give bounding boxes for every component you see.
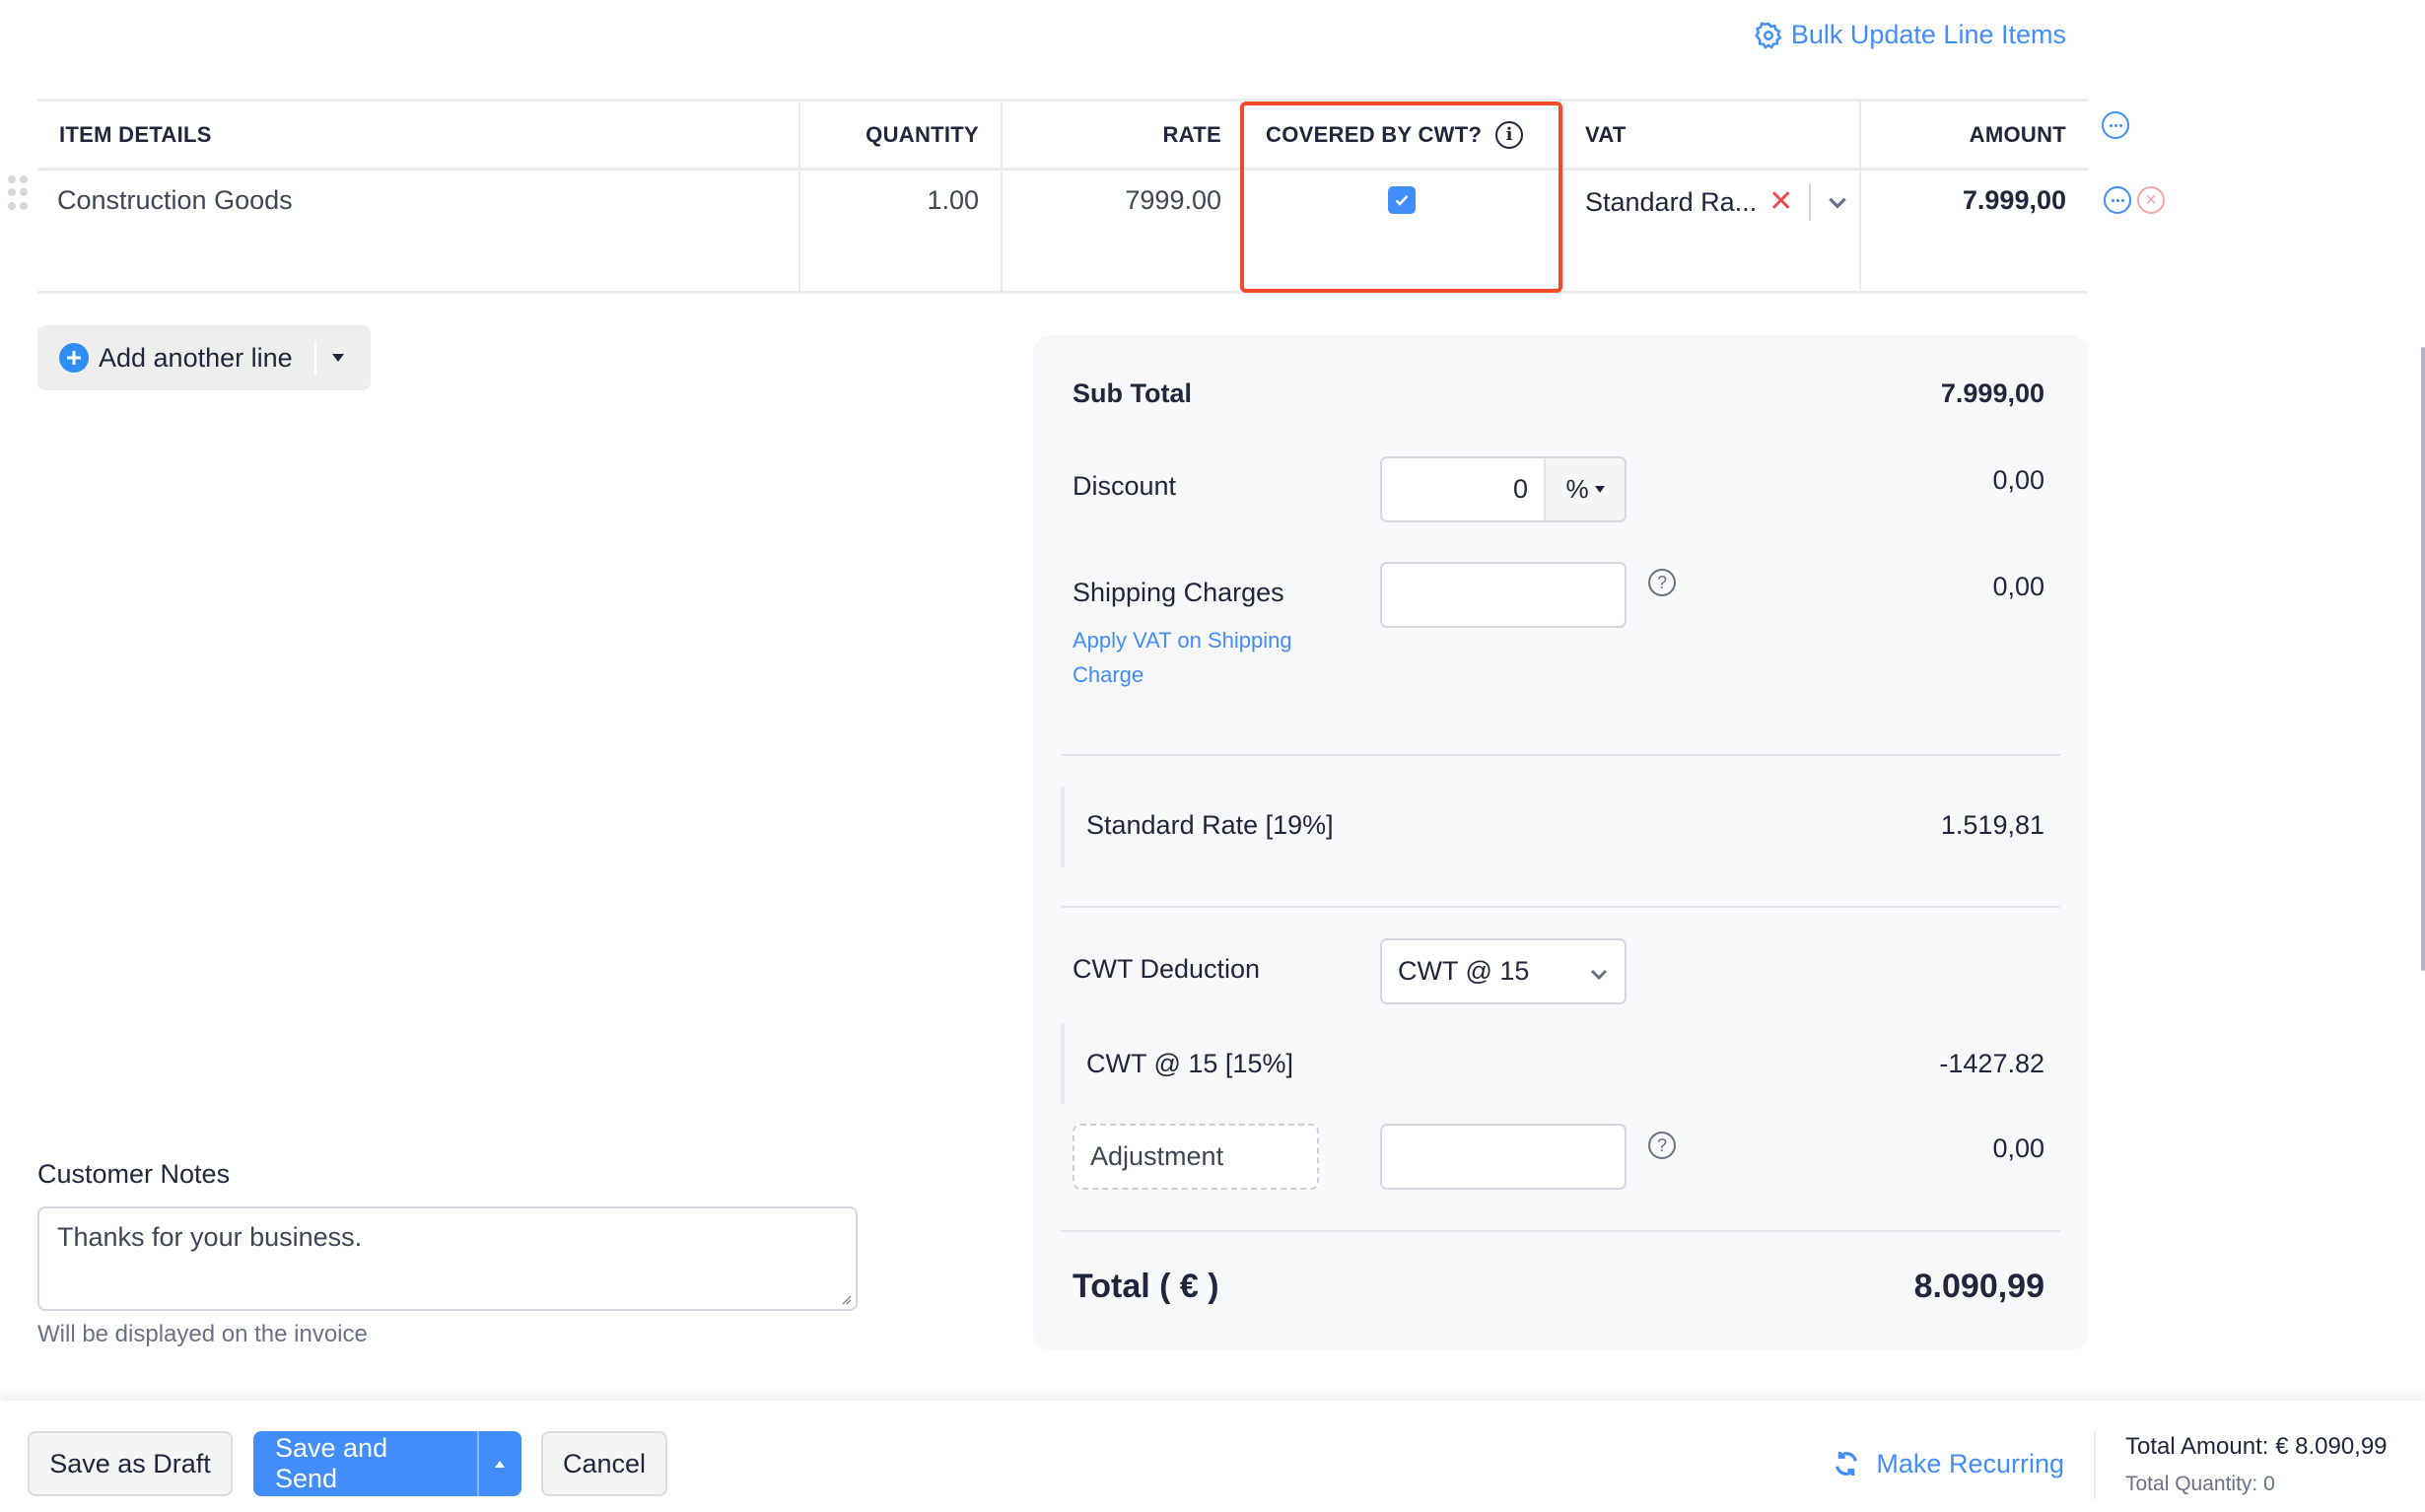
gear-icon [1755, 21, 1782, 49]
bulk-update-label: Bulk Update Line Items [1790, 20, 2066, 49]
column-header-rate: RATE [1162, 121, 1221, 147]
item-details-cell[interactable]: Construction Goods [57, 171, 787, 230]
quantity-cell[interactable]: 1.00 [798, 171, 979, 230]
adjustment-value: 0,00 [1992, 1134, 2044, 1163]
adjustment-input[interactable] [1380, 1124, 1627, 1190]
total-quantity-text: Total Quantity: 0 [2125, 1473, 2275, 1495]
rate-cell[interactable]: 7999.00 [1001, 171, 1221, 230]
divider [1061, 906, 2060, 908]
column-options-icon[interactable] [2102, 111, 2129, 139]
amount-cell: 7.999,00 [1962, 184, 2066, 215]
cwt-deduction-label: CWT Deduction [1073, 954, 1261, 984]
divider [1061, 754, 2060, 756]
column-header-amount: AMOUNT [1969, 121, 2066, 147]
sub-total-value: 7.999,00 [1940, 378, 2044, 408]
shipping-charges-input[interactable] [1380, 562, 1627, 628]
covered-by-cwt-cell [1240, 171, 1562, 230]
discount-value: 0,00 [1992, 465, 2044, 495]
clear-vat-icon[interactable]: ✕ [1768, 187, 1793, 217]
shipping-charges-label: Shipping Charges [1073, 578, 1284, 607]
column-header-covered-by-cwt: COVERED BY CWT? i [1266, 102, 1524, 168]
column-header-item-details: ITEM DETAILS [59, 121, 212, 147]
total-label: Total ( € ) [1073, 1268, 1219, 1305]
covered-by-cwt-label: COVERED BY CWT? [1266, 121, 1483, 147]
save-and-send-label[interactable]: Save and Send [253, 1431, 477, 1496]
customer-notes-value: Thanks for your business. [57, 1222, 363, 1252]
covered-by-cwt-checkbox[interactable] [1387, 186, 1416, 214]
caret-down-icon [1594, 486, 1605, 493]
plus-circle-icon [59, 343, 89, 373]
discount-label: Discount [1073, 471, 1177, 501]
customer-notes-textarea[interactable]: Thanks for your business. [37, 1206, 858, 1311]
divider [1061, 1230, 2060, 1232]
column-divider [1562, 102, 1564, 291]
discount-unit-select[interactable]: % [1544, 458, 1625, 520]
tax-label: Standard Rate [19%] [1086, 810, 1334, 840]
remove-row-icon[interactable]: × [2137, 186, 2165, 214]
apply-vat-link-line-2: Charge [1073, 662, 1144, 687]
make-recurring-link[interactable]: Make Recurring [1831, 1448, 2064, 1479]
cwt-row-accent [1061, 1023, 1065, 1104]
chevron-down-icon[interactable] [1825, 189, 1850, 215]
column-header-vat: VAT [1585, 121, 1627, 147]
shipping-charges-value: 0,00 [1992, 572, 2044, 601]
refresh-icon [1836, 1452, 1858, 1476]
caret-up-icon[interactable] [479, 1460, 522, 1468]
add-another-line-button[interactable]: Add another line [37, 325, 371, 390]
total-amount-text: Total Amount: € 8.090,99 [2125, 1433, 2388, 1460]
checkmark-icon [1395, 195, 1408, 206]
add-another-line-label: Add another line [99, 342, 293, 373]
vat-selected-value: Standard Ra... [1585, 186, 1758, 217]
discount-input[interactable]: 0 [1382, 458, 1544, 520]
totals-panel: Sub Total 7.999,00 Discount 0 % 0,00 Shi… [1033, 335, 2088, 1350]
save-and-send-button[interactable]: Save and Send [253, 1431, 521, 1496]
help-icon[interactable]: ? [1648, 1132, 1676, 1159]
cwt-row-value: -1427.82 [1939, 1049, 2044, 1078]
cwt-selected-value: CWT @ 15 [1398, 956, 1530, 986]
discount-unit-value: % [1565, 474, 1589, 504]
column-header-quantity: QUANTITY [866, 121, 979, 147]
vertical-scrollbar[interactable] [2421, 347, 2425, 971]
split-divider [313, 341, 316, 375]
caret-down-icon[interactable] [331, 354, 344, 362]
customer-notes-helper: Will be displayed on the invoice [37, 1321, 368, 1347]
apply-vat-on-shipping-link[interactable]: Apply VAT on Shipping Charge [1073, 623, 1292, 692]
drag-handle-icon[interactable] [8, 175, 28, 211]
make-recurring-label: Make Recurring [1876, 1448, 2064, 1478]
vat-select[interactable]: Standard Ra... ✕ [1585, 168, 1851, 237]
resize-handle-icon[interactable] [840, 1293, 852, 1305]
sub-total-label: Sub Total [1073, 378, 1192, 408]
footer-bar: Save as Draft Save and Send Cancel Make … [0, 1401, 2425, 1512]
cancel-button[interactable]: Cancel [541, 1431, 667, 1496]
row-options-icon[interactable] [2104, 186, 2131, 214]
save-as-draft-button[interactable]: Save as Draft [28, 1431, 233, 1496]
chevron-down-icon [1590, 969, 1608, 981]
discount-field: 0 % [1380, 456, 1627, 522]
footer-divider [2094, 1430, 2096, 1499]
vat-separator [1809, 183, 1812, 221]
cwt-row-label: CWT @ 15 [15%] [1086, 1049, 1293, 1078]
help-icon[interactable]: ? [1648, 569, 1676, 596]
tax-value: 1.519,81 [1940, 810, 2044, 840]
total-value: 8.090,99 [1913, 1268, 2044, 1305]
adjustment-label-field[interactable]: Adjustment [1073, 1124, 1319, 1190]
cwt-deduction-select[interactable]: CWT @ 15 [1380, 938, 1627, 1004]
info-icon[interactable]: i [1495, 120, 1524, 149]
tax-row-accent [1061, 787, 1065, 867]
bulk-update-line-items-link[interactable]: Bulk Update Line Items [1754, 20, 2066, 50]
customer-notes-label: Customer Notes [37, 1159, 231, 1189]
apply-vat-link-line-1: Apply VAT on Shipping [1073, 628, 1292, 653]
